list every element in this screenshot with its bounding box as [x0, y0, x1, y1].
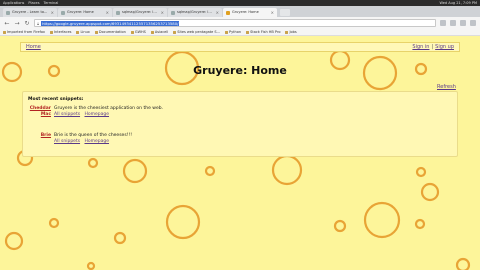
bookmark-item[interactable]: Asiacell	[150, 30, 168, 34]
browser-tab[interactable]: sqlmap/Gruyere: learnin... ×	[113, 8, 167, 17]
cheese-hole	[4, 231, 24, 251]
bookmark-item[interactable]: Jobs	[285, 30, 297, 34]
snippet-author-link[interactable]: Brie	[23, 133, 51, 138]
sign-in-link[interactable]: Sign in	[412, 44, 429, 50]
bookmark-star-icon[interactable]	[440, 20, 446, 26]
extension-icon[interactable]	[450, 20, 456, 26]
bookmark-item[interactable]: Imported from Firefox	[3, 30, 45, 34]
browser-tab[interactable]: Gruyere: Home ×	[58, 8, 112, 17]
bookmark-item[interactable]: Linux	[76, 30, 90, 34]
cheese-hole	[87, 157, 99, 169]
browser-tab-strip: Gruyere - Learn to... × Gruyere: Home × …	[0, 6, 480, 17]
new-tab-button[interactable]	[280, 9, 290, 16]
cheese-hole	[165, 204, 201, 240]
menu-icon[interactable]	[470, 20, 476, 26]
snippets-panel-title: Most recent snippets:	[28, 97, 84, 102]
folder-icon	[76, 30, 80, 34]
bookmark-item[interactable]: GWHS	[130, 30, 146, 34]
folder-icon	[3, 30, 6, 34]
close-icon[interactable]: ×	[161, 8, 164, 17]
snippet-text: Gruyere is the cheesiest application on …	[54, 106, 164, 111]
cheese-hole	[333, 219, 347, 233]
tab-label: sqlmap/Gruyere: learnin...	[122, 10, 159, 14]
address-url[interactable]: https://google-gruyere.appspot.com/69314…	[41, 20, 180, 26]
close-icon[interactable]: ×	[271, 8, 274, 17]
reload-icon[interactable]: ↻	[24, 20, 30, 27]
cheese-hole	[113, 231, 127, 245]
tab-label: Gruyere: Home	[67, 10, 94, 14]
cheese-hole	[204, 165, 216, 177]
folder-icon	[130, 30, 134, 34]
cheese-hole	[415, 166, 427, 178]
homepage-link[interactable]: Homepage	[84, 139, 109, 144]
tab-favicon-icon	[6, 10, 10, 15]
forward-icon[interactable]: →	[14, 20, 20, 27]
folder-icon	[49, 30, 53, 34]
browser-tab[interactable]: sqlmap/Gruyere: learn... ×	[168, 8, 222, 17]
home-link[interactable]: Home	[26, 44, 41, 50]
cheese-hole	[48, 217, 60, 229]
bookmark-item[interactable]: Sites web pentagate S...	[173, 30, 220, 34]
tab-favicon-icon	[171, 10, 175, 15]
snippet-links: All snippets Homepage	[54, 112, 112, 117]
close-icon[interactable]: ×	[106, 8, 109, 17]
tab-favicon-icon	[61, 10, 65, 15]
tab-label: Gruyere: Home	[232, 10, 259, 14]
all-snippets-link[interactable]: All snippets	[54, 112, 80, 117]
bookmark-item[interactable]: Stack Fish HB Pro	[246, 30, 280, 34]
bookmark-item[interactable]: Python	[224, 30, 241, 34]
folder-icon	[173, 30, 177, 34]
back-icon[interactable]: ←	[4, 20, 10, 27]
cheese-hole	[86, 261, 96, 270]
bookmarks-bar: Imported from Firefox Interfaces Linux D…	[0, 29, 480, 36]
browser-tab[interactable]: Gruyere - Learn to... ×	[3, 8, 57, 17]
homepage-link[interactable]: Homepage	[84, 112, 109, 117]
cheese-hole	[122, 158, 148, 184]
menu-separator: |	[431, 44, 434, 50]
refresh-link[interactable]: Refresh	[437, 84, 456, 90]
sign-up-link[interactable]: Sign up	[435, 44, 454, 50]
cheese-hole	[271, 154, 303, 186]
bookmark-item[interactable]: Interfaces	[49, 30, 71, 34]
lock-icon: 🔒︎	[37, 20, 40, 26]
tab-favicon-icon	[116, 10, 120, 15]
snippet-text: Brie is the queen of the cheeses!!!	[54, 133, 133, 138]
cheese-hole	[420, 182, 440, 202]
folder-icon	[224, 30, 228, 34]
close-icon[interactable]: ×	[216, 8, 219, 17]
page-title: Gruyere: Home	[193, 64, 287, 77]
folder-icon	[150, 30, 154, 34]
folder-icon	[246, 30, 250, 34]
snippet-author-link[interactable]: Cheddar	[23, 106, 51, 111]
address-bar[interactable]: 🔒︎ https://google-gruyere.appspot.com/69…	[34, 19, 436, 27]
cheese-hole	[455, 257, 471, 270]
cheese-hole	[414, 218, 426, 230]
close-icon[interactable]: ×	[51, 8, 54, 17]
tab-label: Gruyere - Learn to...	[12, 10, 48, 14]
extension-icon[interactable]	[460, 20, 466, 26]
tab-favicon-icon	[226, 10, 230, 15]
web-page: Home Sign in | Sign up Gruyere: Home Ref…	[0, 36, 480, 270]
browser-toolbar: ← → ↻ 🔒︎ https://google-gruyere.appspot.…	[0, 17, 480, 29]
tab-label: sqlmap/Gruyere: learn...	[177, 10, 214, 14]
all-snippets-link[interactable]: All snippets	[54, 139, 80, 144]
site-menu-bar: Home Sign in | Sign up	[20, 42, 460, 52]
snippets-panel: Most recent snippets: Cheddar Mac Gruyer…	[22, 91, 458, 157]
folder-icon	[94, 30, 98, 34]
browser-tab-active[interactable]: Gruyere: Home ×	[223, 8, 277, 17]
snippet-author-link[interactable]: Mac	[23, 112, 51, 117]
cheese-hole	[363, 201, 401, 239]
snippet-links: All snippets Homepage	[54, 139, 112, 144]
bookmark-item[interactable]: Documentation	[94, 30, 126, 34]
